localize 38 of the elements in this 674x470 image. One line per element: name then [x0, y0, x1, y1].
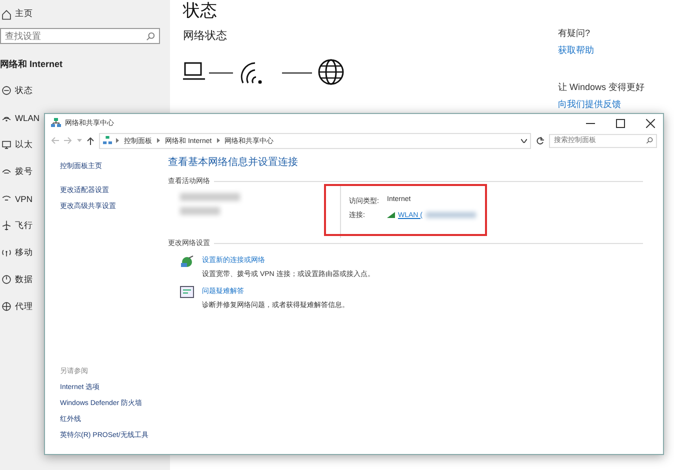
nav-item[interactable]: 以太	[15, 138, 33, 150]
page-heading: 查看基本网络信息并设置连接	[168, 156, 299, 169]
page-title: 状态	[183, 0, 218, 22]
nav-item[interactable]: 状态	[15, 84, 33, 96]
chevron-icon	[116, 138, 119, 143]
search-icon	[646, 137, 653, 144]
troubleshoot-icon	[180, 286, 194, 298]
nav-item[interactable]: WLAN	[15, 112, 40, 122]
side-link[interactable]: 向我们提供反馈	[558, 98, 674, 111]
up-icon[interactable]	[87, 136, 94, 144]
chevron-icon	[157, 138, 160, 143]
nav-item[interactable]: 飞行	[15, 220, 33, 232]
maximize-icon	[616, 118, 624, 128]
blurred-network-name	[180, 193, 240, 201]
network-setup-icon	[180, 255, 194, 269]
nav-item[interactable]: 代理	[15, 300, 33, 312]
nav-item[interactable]: 拨号	[15, 166, 33, 178]
section-heading: 网络状态	[183, 28, 228, 43]
nav-item[interactable]: 数据	[15, 274, 33, 286]
section-heading: 网络和 Internet	[0, 58, 64, 71]
nav-item[interactable]: 移动	[15, 246, 33, 258]
signal-icon	[387, 212, 395, 218]
search-icon	[146, 32, 155, 41]
close-icon	[646, 118, 654, 128]
nav-item[interactable]: VPN	[15, 194, 32, 204]
search-field[interactable]: 查找设置	[0, 28, 160, 44]
side-link[interactable]: 获取帮助	[558, 44, 674, 57]
side-heading: 让 Windows 变得更好	[558, 81, 646, 94]
home-icon	[1, 8, 12, 20]
blurred-network-type	[180, 207, 220, 215]
caret-icon[interactable]	[521, 138, 527, 142]
nav-item[interactable]: 主页	[15, 8, 33, 20]
side-heading: 有疑问?	[558, 27, 592, 40]
minimize-icon	[586, 122, 594, 124]
chevron-icon	[216, 138, 220, 143]
network-icon	[103, 136, 112, 145]
refresh-icon[interactable]	[536, 136, 544, 144]
network-icon	[51, 118, 61, 128]
